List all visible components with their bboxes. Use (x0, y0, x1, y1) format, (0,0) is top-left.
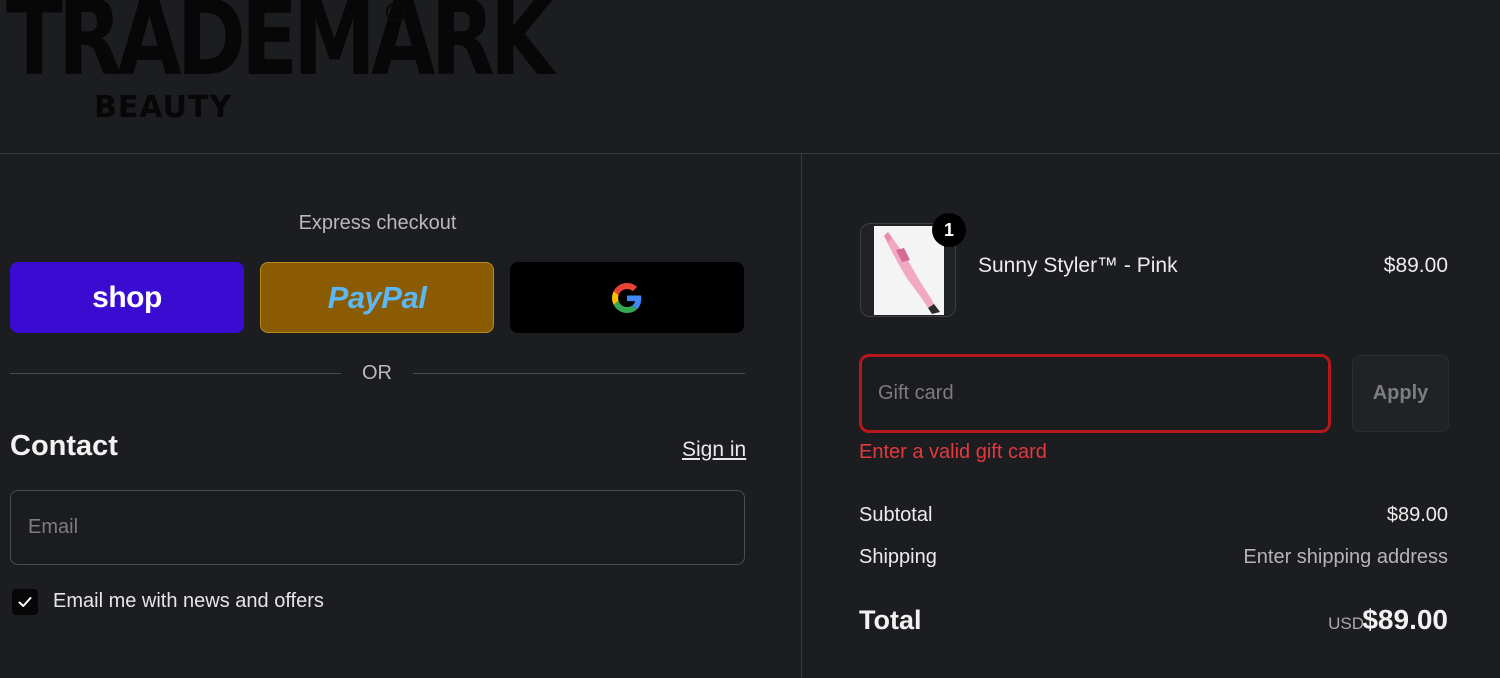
google-pay-button[interactable] (510, 262, 744, 333)
registered-mark-icon: R (386, 2, 406, 22)
or-separator: OR (10, 360, 745, 388)
apply-button[interactable]: Apply (1352, 355, 1449, 432)
brand-logo[interactable]: TRADEMARK (6, 0, 554, 90)
shipping-label: Shipping (859, 546, 937, 568)
total-label: Total (859, 605, 922, 635)
checkmark-icon (18, 597, 32, 607)
brand-logo-subtitle: BEAUTY (94, 90, 233, 125)
product-name: Sunny Styler™ - Pink (978, 254, 1178, 277)
shop-pay-label: shop (92, 280, 162, 314)
or-label: OR (362, 362, 392, 384)
quantity-badge: 1 (932, 213, 966, 247)
gift-card-input[interactable] (859, 354, 1331, 433)
newsletter-label[interactable]: Email me with news and offers (53, 590, 324, 613)
shop-pay-button[interactable]: shop (10, 262, 244, 333)
sign-in-link[interactable]: Sign in (682, 438, 746, 462)
column-divider (801, 154, 802, 678)
gift-card-error: Enter a valid gift card (859, 441, 1047, 463)
express-checkout-title: Express checkout (298, 212, 457, 234)
separator-line-left (10, 373, 341, 374)
product-image (874, 226, 944, 315)
paypal-button[interactable]: PayPal (260, 262, 494, 333)
subtotal-value: $89.00 (1386, 504, 1448, 526)
header: TRADEMARK R BEAUTY (0, 0, 1500, 154)
newsletter-checkbox[interactable] (12, 589, 38, 615)
paypal-label: PayPal (327, 279, 427, 315)
hair-styler-icon (884, 232, 940, 314)
email-input[interactable] (10, 490, 745, 565)
google-g-icon (612, 282, 642, 313)
shipping-value: Enter shipping address (1243, 546, 1448, 568)
total-currency: USD (1328, 614, 1364, 633)
product-price: $89.00 (1383, 254, 1448, 277)
separator-line-right (413, 373, 745, 374)
total-value: $89.00 (1362, 604, 1448, 635)
subtotal-label: Subtotal (859, 504, 933, 526)
contact-heading: Contact (10, 430, 118, 462)
